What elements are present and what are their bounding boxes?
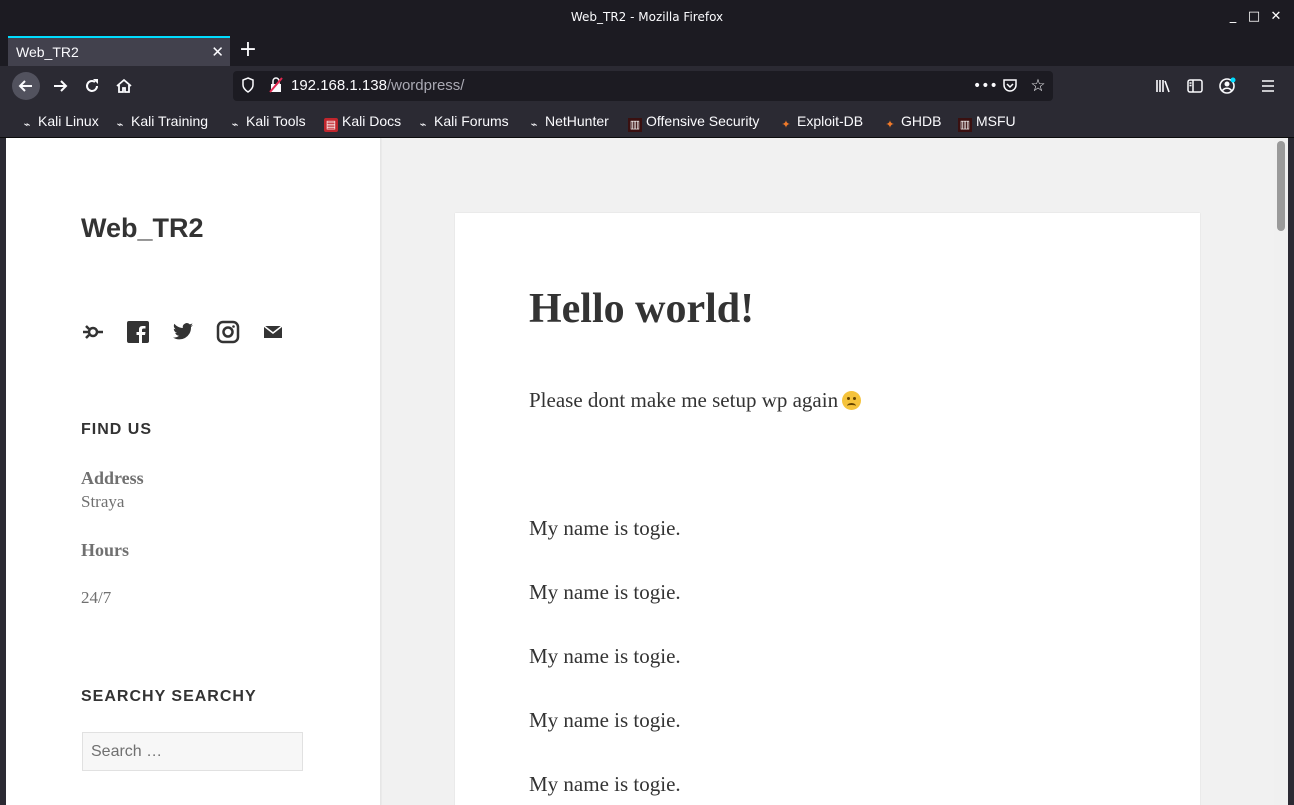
exploitdb-icon: ✦ [781,119,791,131]
tab-label: Web_TR2 [16,44,79,60]
new-tab-button[interactable]: + [238,36,258,64]
account-icon[interactable] [1213,72,1241,100]
search-heading: SEARCHY SEARCHY [81,688,257,705]
post-line: My name is togie. [529,708,681,732]
forward-icon[interactable] [46,72,74,100]
bookmark-kali-forums[interactable]: ⌁ Kali Forums [416,113,509,132]
wordpress-icon[interactable] [81,320,105,344]
close-window-button[interactable]: ✕ [1268,9,1284,25]
window-title: Web_TR2 - Mozilla Firefox [570,10,724,24]
star-icon[interactable]: ☆ [1029,77,1047,95]
bookmarks-toolbar: ⌁ Kali Linux ⌁ Kali Training ⌁ Kali Tools ▤… [0,106,1294,138]
twitter-icon[interactable] [171,320,195,344]
sidebar-icon[interactable] [1181,72,1209,100]
bookmark-label: NetHunter [545,113,609,129]
bookmark-ghdb[interactable]: ✦ GHDB [883,113,941,132]
exploitdb-icon: ✦ [885,119,895,131]
kali-dragon-icon: ⌁ [23,119,31,131]
reload-icon[interactable] [78,72,106,100]
home-icon[interactable] [110,72,138,100]
url-path: /wordpress/ [386,77,465,94]
tab-web-tr2[interactable]: Web_TR2 ✕ [8,36,230,66]
address-value: Straya [81,492,125,511]
bookmark-label: Kali Tools [246,113,306,129]
bookmark-label: Offensive Security [646,113,760,129]
post-intro: Please dont make me setup wp again [529,388,862,413]
find-us-heading: FIND US [81,421,152,438]
minimize-button[interactable]: _ [1225,9,1241,25]
tab-strip: Web_TR2 ✕ [0,36,1294,66]
bookmark-label: GHDB [901,113,942,129]
scrollbar-thumb[interactable] [1277,141,1285,231]
bookmark-label: Kali Linux [38,113,99,129]
hours-value: 24/7 [81,588,112,607]
kali-dragon-icon: ⌁ [116,119,124,131]
post-line: My name is togie. [529,580,681,604]
window-border-right [1288,138,1294,805]
shield-icon[interactable] [239,77,257,95]
kali-dragon-icon: ⌁ [231,119,239,131]
bookmark-label: Kali Training [131,113,209,129]
site-title[interactable]: Web_TR2 [81,213,204,244]
menu-icon[interactable] [1254,72,1282,100]
url-host: 192.168.1.138 [291,77,387,94]
kali-dragon-icon: ⌁ [530,119,538,131]
kali-dragon-icon: ⌁ [419,119,427,131]
library-icon[interactable] [1149,72,1177,100]
more-icon[interactable]: ••• [973,77,998,95]
browser-window: Web_TR2 - Mozilla Firefox _ □ ✕ Web_TR2 … [0,0,1294,805]
email-icon[interactable] [261,320,285,344]
bookmark-label: Exploit-DB [797,113,864,129]
bookmark-kali-docs[interactable]: ▤ Kali Docs [324,113,401,132]
bookmark-exploit-db[interactable]: ✦ Exploit-DB [779,113,863,132]
bookmark-offensive-security[interactable]: ▥ Offensive Security [628,113,759,132]
page-scrollbar[interactable] [1274,138,1288,805]
search-input[interactable] [82,732,303,771]
pocket-icon[interactable] [1001,77,1019,95]
post-line: My name is togie. [529,644,681,668]
instagram-icon[interactable] [216,320,240,344]
back-icon[interactable] [12,72,40,100]
bookmark-kali-training[interactable]: ⌁ Kali Training [113,113,208,132]
title-bar: Web_TR2 - Mozilla Firefox _ □ ✕ [0,0,1294,36]
tab-close-button[interactable]: ✕ [211,43,224,61]
frowning-face-emoji [842,391,862,410]
facebook-icon[interactable] [126,320,150,344]
navigation-toolbar: 192.168.1.138/wordpress/ ••• ☆ [0,66,1294,106]
hours-label: Hours [81,540,130,560]
bookmark-msfu[interactable]: ▥ MSFU [958,113,1016,132]
post-article: Hello world! Please dont make me setup w… [455,213,1200,805]
bookmark-nethunter[interactable]: ⌁ NetHunter [527,113,609,132]
bookmark-kali-tools[interactable]: ⌁ Kali Tools [228,113,306,132]
offsec-icon: ▥ [958,118,972,132]
web-page: Web_TR2 FIND US Address Straya Hours 24/… [6,138,1274,805]
kali-docs-icon: ▤ [324,118,338,132]
maximize-button[interactable]: □ [1246,9,1262,25]
bookmark-label: MSFU [976,113,1016,129]
post-line: My name is togie. [529,772,681,796]
post-intro-text: Please dont make me setup wp again [529,388,839,412]
address-label: Address [81,468,144,488]
url-bar[interactable]: 192.168.1.138/wordpress/ ••• ☆ [233,71,1053,101]
post-title[interactable]: Hello world! [529,285,754,333]
bookmark-label: Kali Forums [434,113,509,129]
post-line: My name is togie. [529,516,681,540]
bookmark-label: Kali Docs [342,113,402,129]
bookmark-kali-linux[interactable]: ⌁ Kali Linux [20,113,99,132]
offsec-icon: ▥ [628,118,642,132]
site-sidebar: Web_TR2 FIND US Address Straya Hours 24/… [6,138,381,805]
url-text: 192.168.1.138/wordpress/ [291,77,464,94]
insecure-lock-icon[interactable] [267,77,285,95]
